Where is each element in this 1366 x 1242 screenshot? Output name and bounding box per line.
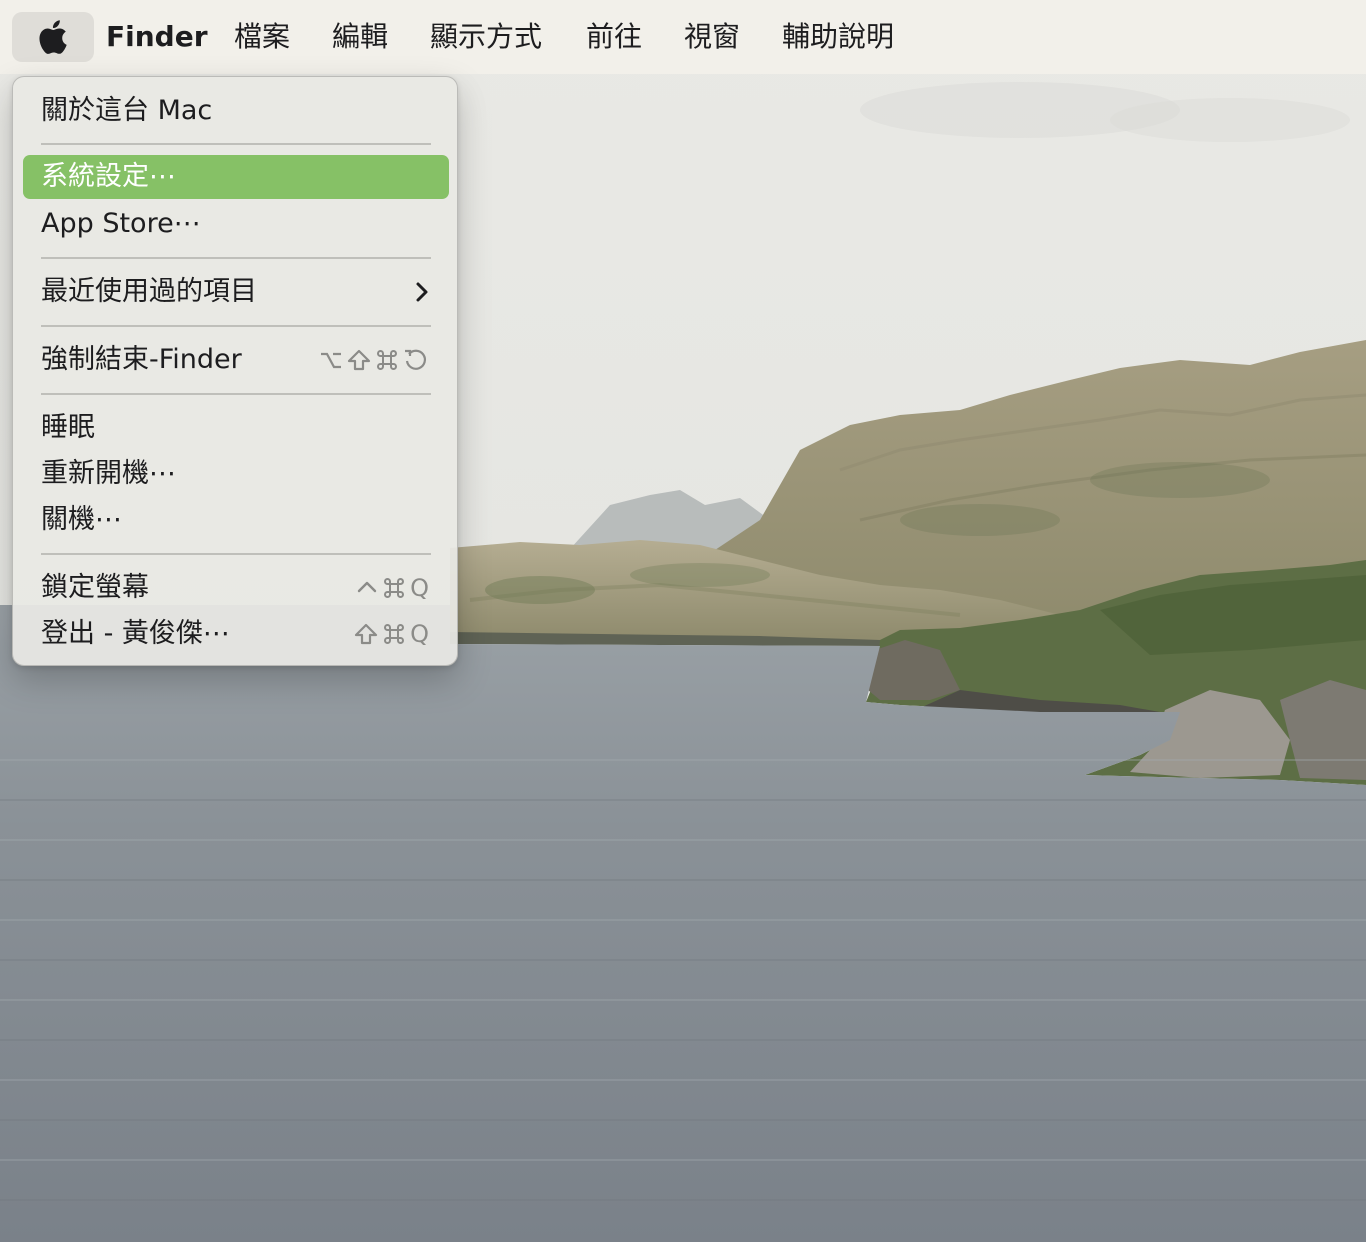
menu-item-force-quit[interactable]: 強制結束-Finder <box>23 338 449 382</box>
menu-item-log-out[interactable]: 登出 - 黃俊傑⋯ Q <box>23 612 449 656</box>
apple-logo-icon <box>38 19 68 55</box>
menu-item-system-settings[interactable]: 系統設定⋯ <box>23 155 449 199</box>
command-key-icon <box>384 624 405 644</box>
escape-key-icon <box>405 349 427 370</box>
shortcut-key-q: Q <box>410 620 429 648</box>
menu-bar: Finder 檔案 編輯 顯示方式 前往 視窗 輔助說明 <box>0 0 1366 74</box>
menu-go[interactable]: 前往 <box>586 0 642 74</box>
shift-key-icon <box>347 349 371 371</box>
menu-item-lock-screen[interactable]: 鎖定螢幕 Q <box>23 566 449 610</box>
menu-finder[interactable]: Finder <box>106 0 208 74</box>
menu-item-label: 鎖定螢幕 <box>41 572 149 603</box>
shortcut-key-q: Q <box>410 574 429 602</box>
menu-separator <box>41 143 431 145</box>
menu-item-app-store[interactable]: App Store⋯ <box>23 202 449 246</box>
menu-item-label: App Store⋯ <box>41 208 201 239</box>
menu-item-restart[interactable]: 重新開機⋯ <box>23 452 449 496</box>
menu-edit[interactable]: 編輯 <box>332 0 388 74</box>
apple-menu-button[interactable] <box>12 12 94 62</box>
shift-key-icon <box>355 623 378 645</box>
menu-file[interactable]: 檔案 <box>234 0 290 74</box>
menu-item-about-this-mac[interactable]: 關於這台 Mac <box>23 89 449 133</box>
menu-item-shut-down[interactable]: 關機⋯ <box>23 498 449 542</box>
apple-menu-dropdown: 關於這台 Mac 系統設定⋯ App Store⋯ 最近使用過的項目 強制結束-… <box>12 76 458 666</box>
option-key-icon <box>321 352 341 369</box>
menu-separator <box>41 325 431 327</box>
menu-item-label: 重新開機⋯ <box>41 458 176 489</box>
menu-item-recent-items[interactable]: 最近使用過的項目 <box>23 270 449 314</box>
menu-item-label: 強制結束-Finder <box>41 344 242 375</box>
menu-separator <box>41 393 431 395</box>
lock-screen-shortcut: Q <box>356 566 429 610</box>
log-out-shortcut: Q <box>354 612 429 656</box>
command-key-icon <box>377 350 397 370</box>
menu-item-label: 系統設定⋯ <box>41 161 176 192</box>
menu-view[interactable]: 顯示方式 <box>430 0 542 74</box>
menu-item-label: 關於這台 Mac <box>41 95 213 126</box>
menu-help[interactable]: 輔助說明 <box>782 0 894 74</box>
menu-item-label: 登出 - 黃俊傑⋯ <box>41 618 230 649</box>
menu-item-label: 關機⋯ <box>41 504 122 535</box>
menu-separator <box>41 553 431 555</box>
force-quit-shortcut <box>319 338 429 382</box>
control-key-icon <box>357 581 377 593</box>
menu-item-sleep[interactable]: 睡眠 <box>23 406 449 450</box>
command-key-icon <box>384 578 405 598</box>
menu-item-label: 睡眠 <box>41 412 95 443</box>
menu-window[interactable]: 視窗 <box>684 0 740 74</box>
chevron-right-icon <box>416 282 428 302</box>
menu-separator <box>41 257 431 259</box>
menu-item-label: 最近使用過的項目 <box>41 276 257 307</box>
